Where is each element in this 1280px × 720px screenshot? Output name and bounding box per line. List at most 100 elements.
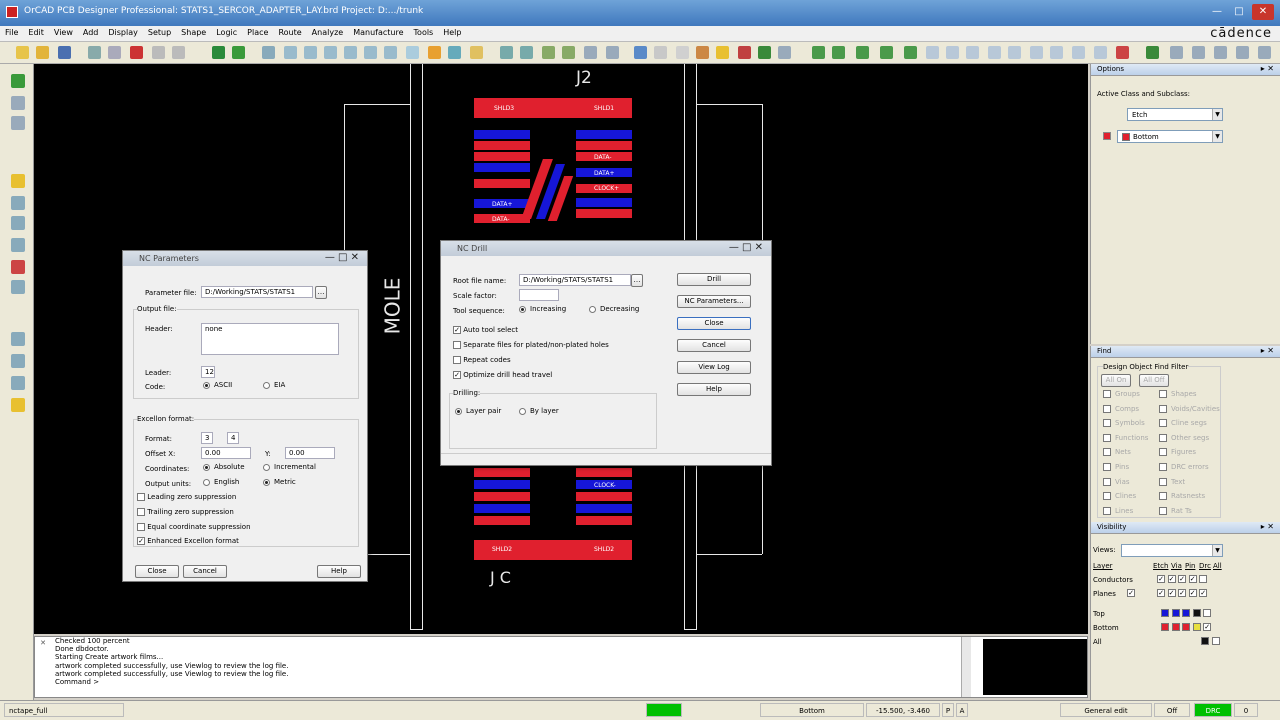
swap-icon[interactable] (1192, 46, 1205, 59)
edit-boundary-icon[interactable] (11, 280, 25, 294)
find-filter-item[interactable]: Cline segs (1159, 419, 1207, 428)
tools-icon[interactable] (758, 46, 771, 59)
save-icon[interactable] (58, 46, 71, 59)
find-filter-item[interactable]: DRC errors (1159, 463, 1209, 471)
ipc-icon[interactable] (988, 46, 1001, 59)
auto-tool-checkbox[interactable]: ✓ Auto tool select (453, 326, 518, 334)
code-ascii-radio[interactable]: ASCII (203, 381, 232, 389)
enhanced-excellon-checkbox[interactable]: ✓ Enhanced Excellon format (137, 537, 239, 545)
find-filter-item[interactable]: Vias (1103, 477, 1130, 486)
shade-icon[interactable] (428, 46, 441, 59)
console-scrollbar[interactable] (961, 637, 971, 697)
offset-y-input[interactable]: 0.00 (285, 447, 335, 459)
pad[interactable] (474, 141, 530, 150)
conductors-checkboxes[interactable]: ✓ ✓ ✓ ✓ (1157, 574, 1208, 583)
top-layer-swatches[interactable] (1161, 608, 1212, 617)
zoom-previous-icon[interactable] (364, 46, 377, 59)
redraw-icon[interactable] (406, 46, 419, 59)
format-decimal-input[interactable]: 4 (227, 432, 239, 444)
mirror-icon[interactable] (11, 354, 25, 368)
copy-icon[interactable] (108, 46, 121, 59)
grid-icon[interactable] (262, 46, 275, 59)
repeat-codes-checkbox[interactable]: Repeat codes (453, 356, 511, 364)
show-element-icon[interactable] (606, 46, 619, 59)
etch-icon[interactable] (812, 46, 825, 59)
film-icon[interactable] (926, 46, 939, 59)
console-prompt[interactable]: Command > (35, 678, 1087, 686)
drill-button[interactable]: Drill (677, 273, 751, 286)
all-on-button[interactable]: All On (1101, 374, 1131, 387)
fix-icon[interactable] (11, 398, 25, 412)
pad[interactable] (474, 516, 530, 525)
root-file-input[interactable]: D:/Working/STATS/STATS1 (519, 274, 631, 286)
increasing-radio[interactable]: Increasing (519, 305, 566, 313)
padstack-icon[interactable] (778, 46, 791, 59)
color-icon[interactable] (470, 46, 483, 59)
add-connect-icon[interactable] (212, 46, 225, 59)
equal-coordinate-checkbox[interactable]: Equal coordinate suppression (137, 523, 251, 531)
panel-icon[interactable] (1236, 46, 1249, 59)
leading-zero-checkbox[interactable]: Leading zero suppression (137, 493, 236, 501)
find-filter-item[interactable]: Functions (1103, 433, 1148, 442)
leader-input[interactable]: 12 (201, 366, 215, 378)
pad[interactable] (474, 492, 530, 501)
find-filter-item[interactable]: Symbols (1103, 419, 1145, 428)
extract-icon[interactable] (1030, 46, 1043, 59)
unused-icon[interactable] (1116, 46, 1129, 59)
autoroute-icon[interactable] (904, 46, 917, 59)
move-icon[interactable] (88, 46, 101, 59)
zoom-in-icon[interactable] (324, 46, 337, 59)
pad[interactable] (474, 130, 530, 139)
code-eia-radio[interactable]: EIA (263, 381, 285, 389)
label-icon[interactable] (1094, 46, 1107, 59)
layer-pair-radio[interactable]: Layer pair (455, 407, 501, 415)
separate-files-checkbox[interactable]: Separate files for plated/non-plated hol… (453, 341, 609, 349)
maximize-button[interactable]: □ (1228, 4, 1250, 20)
via-icon[interactable] (856, 46, 869, 59)
find-filter-item[interactable]: Figures (1159, 448, 1196, 457)
optimize-drill-checkbox[interactable]: ✓ Optimize drill head travel (453, 371, 552, 379)
info-icon[interactable] (634, 46, 647, 59)
menu-logic[interactable]: Logic (211, 26, 242, 39)
3d-view-icon[interactable] (448, 46, 461, 59)
menu-place[interactable]: Place (242, 26, 273, 39)
console-close-icon[interactable]: ✕ (37, 639, 47, 695)
scale-factor-input[interactable] (519, 289, 559, 301)
artwork-icon[interactable] (946, 46, 959, 59)
view-log-button[interactable]: View Log (677, 361, 751, 374)
format-integer-input[interactable]: 3 (201, 432, 213, 444)
menu-file[interactable]: File (0, 26, 23, 39)
zoom-center-icon[interactable] (384, 46, 397, 59)
place-icon[interactable] (1170, 46, 1183, 59)
slide-icon[interactable] (232, 46, 245, 59)
add-shape-icon[interactable] (11, 260, 25, 274)
add-line-icon[interactable] (11, 174, 25, 188)
menu-edit[interactable]: Edit (23, 26, 49, 39)
property-icon[interactable] (654, 46, 667, 59)
find-filter-item[interactable]: Clines (1103, 492, 1136, 501)
close-button[interactable]: Close (135, 565, 179, 578)
param-file-input[interactable]: D:/Working/STATS/STATS1 (201, 286, 313, 298)
add-arc-icon[interactable] (11, 196, 25, 210)
open-icon[interactable] (36, 46, 49, 59)
offset-x-input[interactable]: 0.00 (201, 447, 251, 459)
shape-icon[interactable] (542, 46, 555, 59)
by-layer-radio[interactable]: By layer (519, 407, 559, 415)
world-view-panel[interactable] (983, 639, 1087, 695)
close-button[interactable]: Close (677, 317, 751, 330)
all-layer-swatches[interactable] (1201, 636, 1220, 645)
trailing-zero-checkbox[interactable]: Trailing zero suppression (137, 508, 234, 516)
find-filter-item[interactable]: Other segs (1159, 433, 1209, 442)
pad[interactable] (576, 141, 632, 150)
find-filter-item[interactable]: Pins (1103, 463, 1129, 471)
dehighlight-icon[interactable] (716, 46, 729, 59)
menu-add[interactable]: Add (78, 26, 104, 39)
drc-icon[interactable] (738, 46, 751, 59)
find-filter-item[interactable]: Lines (1103, 506, 1133, 515)
unrats-icon[interactable] (500, 46, 513, 59)
browse-button[interactable]: … (315, 286, 327, 299)
help-button[interactable]: Help (677, 383, 751, 396)
command-console[interactable]: ✕ Checked 100 percent Done dbdoctor. Sta… (34, 636, 1088, 698)
pad[interactable] (576, 504, 632, 513)
close-window-button[interactable]: ✕ (1252, 4, 1274, 20)
